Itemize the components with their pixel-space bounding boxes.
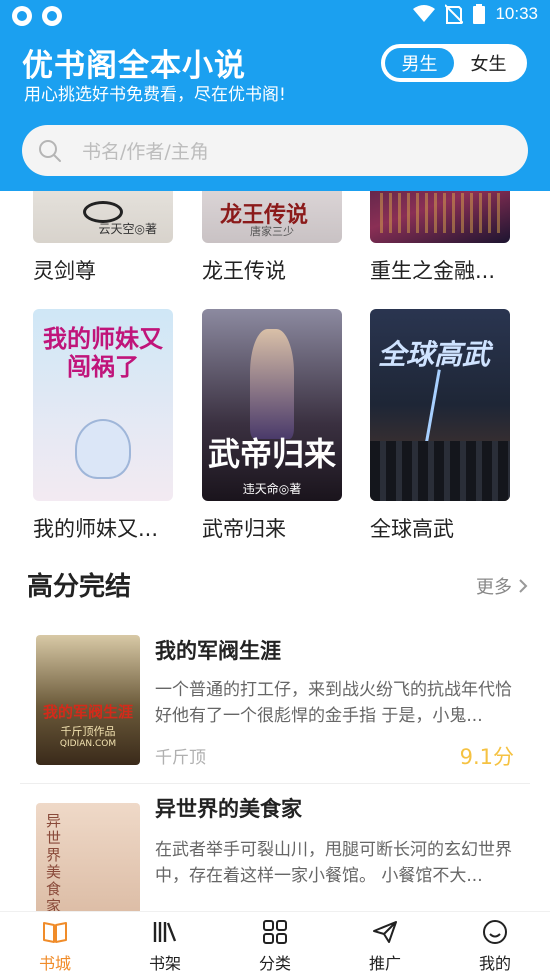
app-title: 优书阁全本小说 — [22, 48, 246, 84]
book-title: 我的军阀生涯 — [155, 639, 281, 663]
chevron-right-icon — [519, 579, 528, 593]
search-placeholder: 书名/作者/主角 — [82, 141, 209, 163]
clock: 10:33 — [495, 4, 538, 23]
nav-category[interactable]: 分类 — [220, 912, 330, 979]
book-card[interactable]: 我的师妹又闯祸了 我的师妹又... — [33, 309, 183, 543]
paper-plane-icon — [373, 921, 397, 943]
smiley-icon — [483, 920, 507, 944]
content: 云天空◎著 灵剑尊 龙王传说 唐家三少 龙王传说 重生之金融... 我的师妹又闯… — [0, 191, 550, 911]
book-card[interactable]: 重生之金融... — [370, 191, 520, 285]
book-description: 在武者举手可裂山川，甩腿可断长河的玄幻世界中，存在着这样一家小餐馆。 小餐馆不大… — [155, 840, 512, 886]
book-score: 9.1分 — [459, 745, 514, 769]
book-description: 一个普通的打工仔，来到战火纷飞的抗战年代恰好他有了一个很彪悍的金手指 于是，小鬼… — [155, 680, 512, 726]
book-cover: 异世界美食家 — [36, 803, 140, 911]
book-cover — [370, 191, 510, 243]
nav-label: 我的 — [478, 954, 511, 973]
book-cover: 我的军阀生涯 千斤顶作品 QIDIAN.COM — [36, 635, 140, 765]
nav-label: 推广 — [368, 954, 401, 973]
more-label: 更多 — [476, 577, 512, 598]
header: 10:33 优书阁全本小说 用心挑选好书免费看，尽在优书阁! 男生 女生 书名/… — [0, 0, 550, 191]
book-title: 全球高武 — [370, 517, 454, 541]
bottom-nav: 书城 书架 分类 推广 我的 — [0, 911, 550, 979]
bookshelf-icon — [153, 922, 177, 942]
nav-bookshelf[interactable]: 书架 — [110, 912, 220, 979]
nav-label: 分类 — [258, 954, 291, 973]
nav-label: 书架 — [148, 954, 181, 973]
list-item[interactable]: 我的军阀生涯 千斤顶作品 QIDIAN.COM 我的军阀生涯 一个普通的打工仔，… — [0, 623, 550, 783]
book-title: 灵剑尊 — [33, 259, 96, 283]
section-header: 高分完结 更多 — [0, 566, 550, 606]
gender-female-option[interactable]: 女生 — [454, 48, 523, 78]
battery-icon — [473, 4, 486, 24]
book-title: 武帝归来 — [202, 517, 286, 541]
search-icon — [39, 139, 61, 162]
book-title: 龙王传说 — [202, 259, 286, 283]
divider — [20, 783, 530, 784]
app-notification-icon — [12, 6, 32, 26]
book-card[interactable]: 云天空◎著 灵剑尊 — [33, 191, 183, 285]
more-link[interactable]: 更多 — [476, 573, 528, 599]
app-notification-icon — [42, 6, 62, 26]
book-cover: 龙王传说 唐家三少 — [202, 191, 342, 243]
search-bar[interactable]: 书名/作者/主角 — [22, 125, 528, 176]
book-cover: 全球高武 — [370, 309, 510, 501]
book-cover: 云天空◎著 — [33, 191, 173, 243]
gender-male-option[interactable]: 男生 — [385, 48, 454, 78]
nav-label: 书城 — [38, 954, 71, 973]
book-card[interactable]: 龙王传说 唐家三少 龙王传说 — [202, 191, 352, 285]
book-title: 异世界的美食家 — [155, 797, 302, 821]
section-title: 高分完结 — [27, 572, 132, 602]
status-bar: 10:33 — [0, 0, 550, 32]
book-card[interactable]: 全球高武 全球高武 — [370, 309, 520, 543]
nav-profile[interactable]: 我的 — [440, 912, 550, 979]
nav-bookstore[interactable]: 书城 — [0, 912, 110, 979]
book-card[interactable]: 武帝归来 违天命◎著 武帝归来 — [202, 309, 352, 543]
no-signal-icon — [445, 4, 464, 24]
grid-icon — [263, 920, 287, 944]
book-title: 重生之金融... — [370, 259, 496, 283]
book-cover: 我的师妹又闯祸了 — [33, 309, 173, 501]
book-open-icon — [43, 922, 67, 943]
app-subtitle: 用心挑选好书免费看，尽在优书阁! — [24, 85, 286, 105]
nav-promote[interactable]: 推广 — [330, 912, 440, 979]
wifi-icon — [413, 5, 436, 22]
book-cover: 武帝归来 违天命◎著 — [202, 309, 342, 501]
gender-toggle: 男生 女生 — [381, 44, 527, 82]
book-author: 千斤顶 — [155, 748, 206, 768]
list-item[interactable]: 异世界美食家 异世界的美食家 在武者举手可裂山川，甩腿可断长河的玄幻世界中，存在… — [0, 791, 550, 911]
screen: 10:33 优书阁全本小说 用心挑选好书免费看，尽在优书阁! 男生 女生 书名/… — [0, 0, 550, 979]
book-title: 我的师妹又... — [33, 517, 159, 541]
